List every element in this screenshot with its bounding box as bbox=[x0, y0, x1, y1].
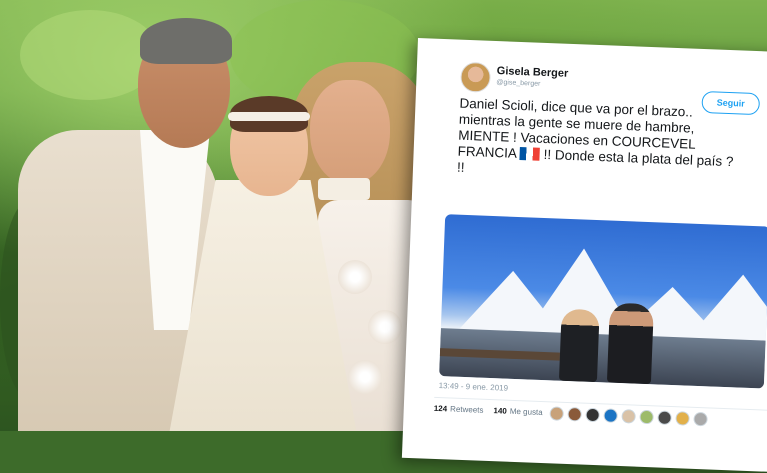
retweets-count: 124 bbox=[433, 403, 448, 414]
photo-person-man bbox=[606, 302, 654, 385]
man-hair bbox=[140, 18, 232, 64]
liker-avatar-icon[interactable] bbox=[639, 409, 654, 425]
lace-flower bbox=[368, 310, 402, 344]
france-flag-icon bbox=[519, 147, 541, 161]
lace-flower bbox=[348, 360, 382, 394]
liker-avatar-icon[interactable] bbox=[657, 410, 672, 426]
tweet-stats: 124 Retweets 140 Me gusta bbox=[434, 404, 543, 417]
retweets-label: Retweets bbox=[449, 404, 484, 415]
tweet-line-country: FRANCIA bbox=[457, 143, 517, 161]
choker bbox=[318, 178, 370, 200]
user-avatar-icon[interactable] bbox=[459, 61, 492, 93]
baby-headband bbox=[228, 112, 310, 121]
liker-avatar-icon[interactable] bbox=[603, 408, 618, 423]
lace-flower bbox=[338, 260, 372, 294]
user-handle[interactable]: @gise_berger bbox=[496, 79, 540, 88]
woman-face bbox=[310, 80, 390, 185]
retweets-stat[interactable]: 124 Retweets bbox=[434, 404, 484, 415]
liker-avatars bbox=[549, 406, 708, 427]
photo-person-woman bbox=[558, 308, 600, 383]
liker-avatar-icon[interactable] bbox=[585, 407, 600, 423]
liker-avatar-icon[interactable] bbox=[549, 406, 564, 421]
tweet-card: Gisela Berger @gise_berger Seguir Daniel… bbox=[401, 38, 767, 473]
liker-avatar-icon[interactable] bbox=[567, 407, 582, 422]
likes-stat[interactable]: 140 Me gusta bbox=[493, 406, 543, 417]
tweet-timestamp[interactable]: 13:49 - 9 ene. 2019 bbox=[439, 381, 509, 393]
liker-avatar-icon[interactable] bbox=[675, 411, 690, 426]
likes-count: 140 bbox=[493, 406, 507, 416]
liker-avatar-icon[interactable] bbox=[693, 411, 708, 427]
liker-avatar-icon[interactable] bbox=[621, 409, 636, 424]
likes-label: Me gusta bbox=[509, 406, 543, 418]
tweet-text: Daniel Scioli, dice que va por el brazo.… bbox=[457, 96, 767, 188]
tweet-photo[interactable] bbox=[439, 214, 767, 389]
display-name[interactable]: Gisela Berger bbox=[497, 65, 569, 80]
